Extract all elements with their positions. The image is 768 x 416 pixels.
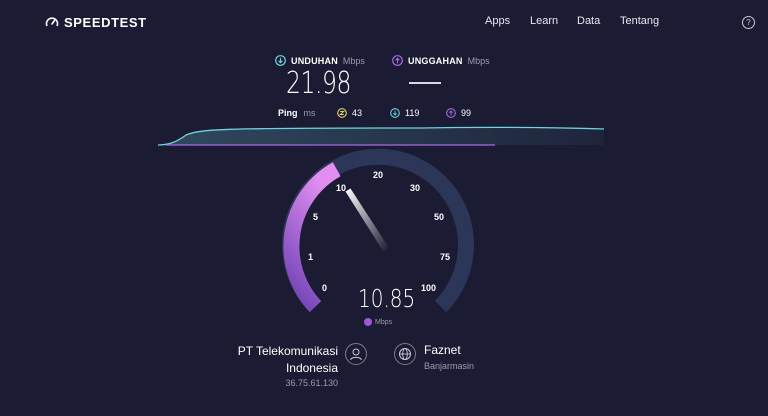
gauge-tick-20: 20	[373, 170, 384, 180]
user-icon[interactable]	[345, 343, 367, 365]
server-name: Faznet	[424, 343, 461, 357]
server-location: Banjarmasin	[424, 361, 475, 371]
gauge-tick-75: 75	[440, 252, 451, 262]
gauge-tick-0: 0	[322, 283, 328, 293]
isp-name-line1: PT Telekomunikasi	[237, 344, 338, 358]
gauge-tick-100: 100	[421, 283, 437, 293]
gauge-tick-50: 50	[434, 212, 445, 222]
isp-name: PT Telekomunikasi Indonesia	[238, 343, 338, 377]
globe-icon	[399, 348, 411, 360]
gauge-tick-30: 30	[410, 183, 421, 193]
person-icon	[350, 348, 362, 361]
server-globe-button[interactable]	[394, 343, 416, 365]
current-speed-value: 10.85	[358, 284, 416, 313]
gauge-tick-10: 10	[336, 183, 347, 193]
gauge-tick-1: 1	[308, 252, 314, 262]
gauge-tick-5: 5	[313, 212, 319, 222]
current-speed-unit: Mbps	[364, 318, 392, 326]
isp-ip: 36.75.61.130	[285, 378, 338, 388]
isp-name-line2: Indonesia	[285, 361, 338, 375]
gauge-needle	[345, 188, 389, 251]
current-speed-unit-label: Mbps	[375, 318, 393, 326]
speed-graph	[157, 126, 605, 313]
gauge-progress	[283, 162, 341, 313]
upload-status-icon	[364, 318, 372, 326]
